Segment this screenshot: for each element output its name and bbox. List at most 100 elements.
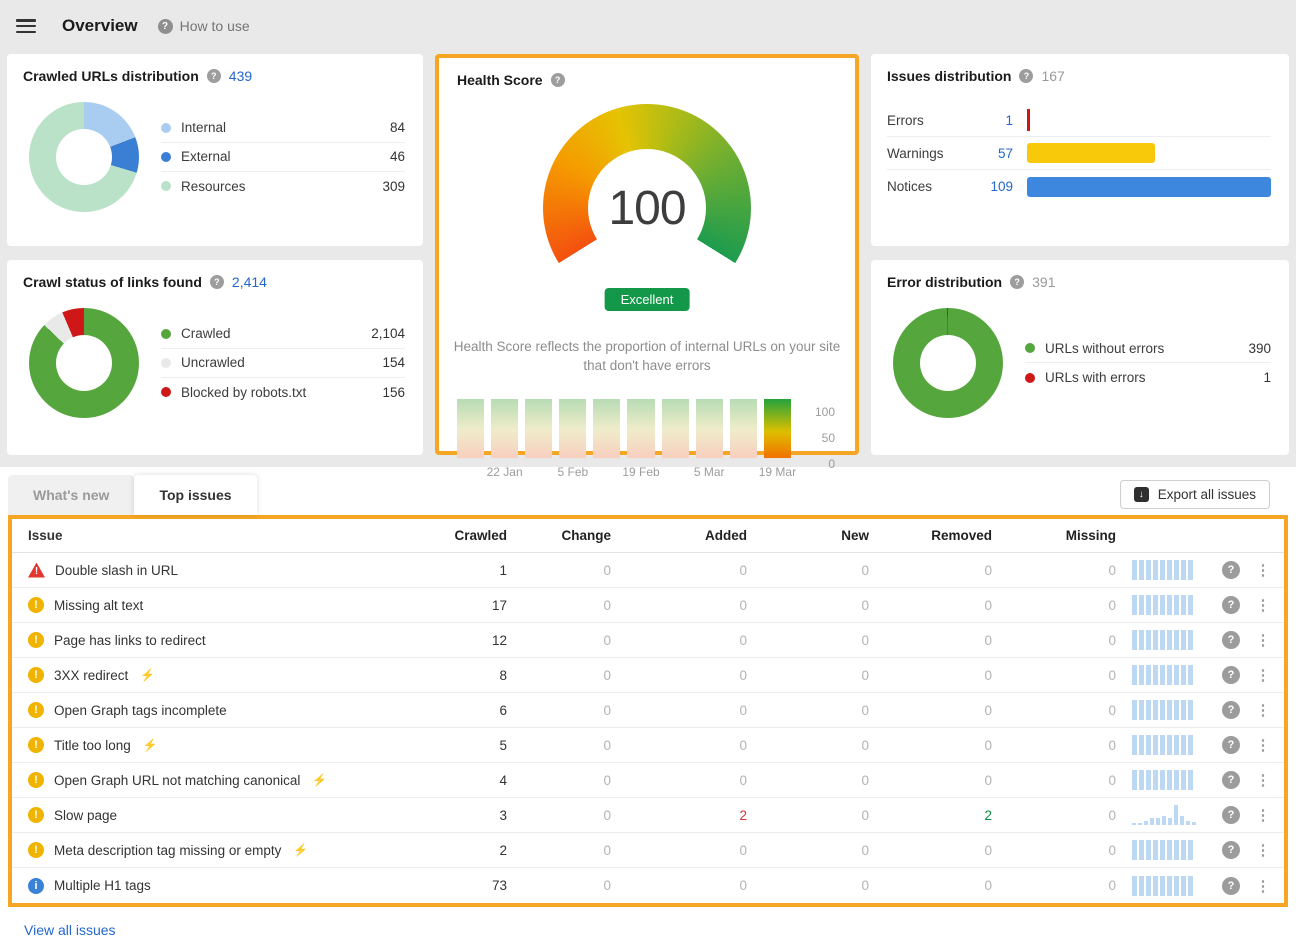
severity-count-link[interactable]: 57 (975, 146, 1027, 161)
cell-ca: 0 (611, 598, 747, 613)
warning-icon: ! (28, 737, 44, 753)
cell-cc: 0 (507, 703, 611, 718)
row-menu-icon[interactable]: ⋮ (1250, 631, 1276, 649)
health-score-value: 100 (608, 181, 685, 236)
legend: Internal84External46Resources309 (161, 114, 405, 201)
legend-item: Blocked by robots.txt156 (161, 378, 405, 407)
table-row[interactable]: !Page has links to redirect1200000?⋮ (12, 623, 1284, 658)
table-row[interactable]: !3XX redirect⚡800000?⋮ (12, 658, 1284, 693)
cell-cw: 5 (421, 738, 507, 753)
row-menu-icon[interactable]: ⋮ (1250, 596, 1276, 614)
issue-label: Title too long (54, 738, 131, 753)
cell-cm: 0 (992, 773, 1116, 788)
card-error-distribution: Error distribution ? 391 URLs without er… (871, 260, 1289, 455)
row-help-icon[interactable]: ? (1222, 877, 1240, 895)
card-total[interactable]: 439 (229, 68, 252, 84)
trend-date-label: 5 Feb (557, 465, 588, 479)
row-menu-icon[interactable]: ⋮ (1250, 771, 1276, 789)
issue-cell: !Meta description tag missing or empty⚡ (28, 842, 421, 858)
table-row[interactable]: !Open Graph tags incomplete600000?⋮ (12, 693, 1284, 728)
cell-cm: 0 (992, 878, 1116, 893)
cell-cn: 0 (747, 703, 869, 718)
help-icon[interactable]: ? (1019, 69, 1033, 83)
row-menu-icon[interactable]: ⋮ (1250, 701, 1276, 719)
row-help-icon[interactable]: ? (1222, 631, 1240, 649)
trend-bar: 19 Mar (764, 399, 791, 458)
trend-bar: 22 Jan (491, 399, 518, 458)
table-row[interactable]: !Title too long⚡500000?⋮ (12, 728, 1284, 763)
legend-value: 84 (390, 120, 405, 135)
table-body: !Double slash in URL100000?⋮!Missing alt… (12, 553, 1284, 903)
card-title: Issues distribution (887, 68, 1011, 84)
donut-chart (893, 308, 1003, 418)
table-row[interactable]: !Open Graph URL not matching canonical⚡4… (12, 763, 1284, 798)
row-help-icon[interactable]: ? (1222, 701, 1240, 719)
row-menu-icon[interactable]: ⋮ (1250, 666, 1276, 684)
row-help-icon[interactable]: ? (1222, 596, 1240, 614)
row-menu-icon[interactable]: ⋮ (1250, 806, 1276, 824)
row-help-icon[interactable]: ? (1222, 841, 1240, 859)
row-menu-icon[interactable]: ⋮ (1250, 736, 1276, 754)
cell-cw: 12 (421, 633, 507, 648)
cell-cn: 0 (747, 808, 869, 823)
row-help-icon[interactable]: ? (1222, 806, 1240, 824)
error-icon: ! (28, 563, 45, 578)
history-sparkline (1132, 876, 1212, 896)
trend-bar (525, 399, 552, 458)
row-menu-icon[interactable]: ⋮ (1250, 561, 1276, 579)
row-help-icon[interactable]: ? (1222, 736, 1240, 754)
cell-cr: 0 (869, 738, 992, 753)
row-help-icon[interactable]: ? (1222, 771, 1240, 789)
table-row[interactable]: !Meta description tag missing or empty⚡2… (12, 833, 1284, 868)
card-total[interactable]: 2,414 (232, 274, 267, 290)
cell-cn: 0 (747, 843, 869, 858)
how-to-use-link[interactable]: ? How to use (158, 18, 250, 34)
help-icon[interactable]: ? (207, 69, 221, 83)
history-sparkline (1132, 665, 1212, 685)
tab-whats-new[interactable]: What's new (8, 475, 134, 515)
tab-top-issues[interactable]: Top issues (134, 475, 256, 515)
cell-ca: 0 (611, 738, 747, 753)
card-crawl-status: Crawl status of links found ? 2,414 Craw… (7, 260, 423, 455)
help-icon[interactable]: ? (1010, 275, 1024, 289)
row-menu-icon[interactable]: ⋮ (1250, 841, 1276, 859)
export-all-issues-button[interactable]: ↓ Export all issues (1120, 480, 1270, 509)
menu-icon[interactable] (16, 19, 36, 33)
table-row[interactable]: iMultiple H1 tags7300000?⋮ (12, 868, 1284, 903)
issue-label: Open Graph tags incomplete (54, 703, 227, 718)
legend-dot-icon (161, 358, 171, 368)
row-help-icon[interactable]: ? (1222, 666, 1240, 684)
trend-bar: 5 Feb (559, 399, 586, 458)
cell-cm: 0 (992, 563, 1116, 578)
fixable-bolt-icon: ⚡ (140, 668, 155, 682)
cell-cc: 0 (507, 668, 611, 683)
cell-cr: 2 (869, 808, 992, 823)
severity-count-link[interactable]: 109 (975, 179, 1027, 194)
card-title: Error distribution (887, 274, 1002, 290)
issue-label: Multiple H1 tags (54, 878, 151, 893)
help-icon[interactable]: ? (210, 275, 224, 289)
row-help-icon[interactable]: ? (1222, 561, 1240, 579)
warning-icon: ! (28, 702, 44, 718)
table-row[interactable]: !Missing alt text1700000?⋮ (12, 588, 1284, 623)
row-menu-icon[interactable]: ⋮ (1250, 877, 1276, 895)
legend-label: URLs without errors (1045, 341, 1248, 356)
legend-dot-icon (1025, 343, 1035, 353)
severity-count-link[interactable]: 1 (975, 113, 1027, 128)
table-row[interactable]: !Slow page302020?⋮ (12, 798, 1284, 833)
view-all-issues-link[interactable]: View all issues (24, 922, 116, 938)
table-row[interactable]: !Double slash in URL100000?⋮ (12, 553, 1284, 588)
cell-cm: 0 (992, 598, 1116, 613)
legend-dot-icon (161, 181, 171, 191)
cell-cn: 0 (747, 598, 869, 613)
legend-label: Internal (181, 120, 390, 135)
help-icon[interactable]: ? (551, 73, 565, 87)
cell-cw: 3 (421, 808, 507, 823)
site-audit-overview-page: Overview ? How to use Crawled URLs distr… (0, 0, 1296, 942)
legend-value: 2,104 (371, 326, 405, 341)
legend-label: Blocked by robots.txt (181, 385, 382, 400)
card-title: Crawl status of links found (23, 274, 202, 290)
warning-icon: ! (28, 807, 44, 823)
trend-bar: 19 Feb (627, 399, 654, 458)
fixable-bolt-icon: ⚡ (143, 738, 158, 752)
